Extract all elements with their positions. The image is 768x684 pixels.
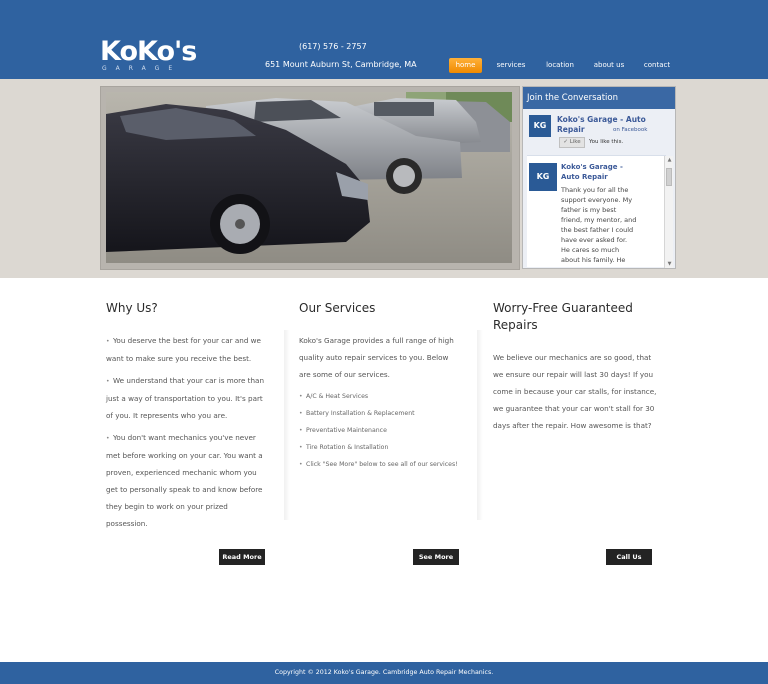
services-intro: Koko's Garage provides a full range of h… bbox=[299, 336, 454, 379]
column-divider bbox=[477, 330, 483, 520]
service-item: • A/C & Heat Services bbox=[299, 388, 461, 405]
nav-home[interactable]: home bbox=[449, 58, 482, 73]
facebook-post-author[interactable]: Koko's Garage - Auto Repair bbox=[561, 162, 631, 182]
logo-subtext: GARAGE bbox=[102, 65, 182, 72]
scroll-thumb[interactable] bbox=[666, 168, 672, 186]
service-item: • Tire Rotation & Installation bbox=[299, 439, 461, 456]
nav-services[interactable]: services bbox=[493, 58, 529, 73]
facebook-like-button[interactable]: ✓ Like bbox=[559, 137, 585, 148]
services-title: Our Services bbox=[299, 301, 376, 315]
bullet-icon: • bbox=[299, 410, 303, 417]
facebook-like-status: You like this. bbox=[589, 139, 624, 145]
scroll-up-icon[interactable]: ▲ bbox=[665, 156, 674, 164]
why-us-paragraph: • You don't want mechanics you've never m… bbox=[106, 429, 268, 532]
nav-about-us[interactable]: about us bbox=[591, 58, 627, 73]
hero-car-photo bbox=[106, 92, 512, 263]
facebook-like-box: Join the Conversation KG Koko's Garage -… bbox=[522, 86, 676, 269]
bullet-icon: • bbox=[299, 393, 303, 400]
street-address: 651 Mount Auburn St, Cambridge, MA bbox=[265, 60, 417, 69]
facebook-post-text: Thank you for all the support everyone. … bbox=[561, 186, 637, 267]
why-us-paragraph: • We understand that your car is more tha… bbox=[106, 372, 268, 424]
see-more-button[interactable]: See More bbox=[413, 549, 459, 565]
why-us-section: Why Us? • You deserve the best for your c… bbox=[106, 300, 268, 537]
facebook-scrollbar[interactable]: ▲ ▼ bbox=[664, 156, 673, 268]
why-us-paragraph: • You deserve the best for your car and w… bbox=[106, 332, 268, 367]
like-button-label: Like bbox=[569, 139, 581, 145]
bullet-icon: • bbox=[106, 435, 110, 442]
call-us-button[interactable]: Call Us bbox=[606, 549, 652, 565]
bullet-icon: • bbox=[106, 378, 110, 385]
service-item: • Click "See More" below to see all of ou… bbox=[299, 456, 461, 473]
site-header: KoKo's GARAGE (617) 576 - 2757 651 Mount… bbox=[0, 0, 768, 79]
check-icon: ✓ bbox=[563, 139, 568, 145]
logo-text: KoKo's bbox=[100, 36, 197, 67]
read-more-button[interactable]: Read More bbox=[219, 549, 265, 565]
guarantee-section: Worry-Free Guaranteed Repairs We believe… bbox=[493, 300, 659, 439]
facebook-page-info: KG Koko's Garage - Auto Repair on Facebo… bbox=[527, 113, 671, 151]
bullet-icon: • bbox=[299, 461, 303, 468]
bullet-icon: • bbox=[299, 444, 303, 451]
service-item: • Battery Installation & Replacement bbox=[299, 405, 461, 422]
facebook-page-avatar[interactable]: KG bbox=[529, 115, 551, 137]
facebook-on-label[interactable]: on Facebook bbox=[613, 127, 647, 133]
facebook-heading: Join the Conversation bbox=[523, 87, 675, 109]
nav-contact[interactable]: contact bbox=[641, 58, 673, 73]
guarantee-title: Worry-Free Guaranteed Repairs bbox=[493, 301, 633, 332]
service-item: • Preventative Maintenance bbox=[299, 422, 461, 439]
site-logo[interactable]: KoKo's GARAGE bbox=[100, 37, 210, 73]
bullet-icon: • bbox=[299, 427, 303, 434]
services-section: Our Services Koko's Garage provides a fu… bbox=[299, 300, 461, 473]
facebook-post: KG Koko's Garage - Auto Repair Thank you… bbox=[527, 155, 666, 267]
bullet-icon: • bbox=[106, 338, 110, 345]
scroll-down-icon[interactable]: ▼ bbox=[665, 260, 674, 268]
site-footer: Copyright © 2012 Koko's Garage. Cambridg… bbox=[0, 662, 768, 684]
phone-number[interactable]: (617) 576 - 2757 bbox=[299, 42, 367, 51]
column-divider bbox=[284, 330, 290, 520]
guarantee-text: We believe our mechanics are so good, th… bbox=[493, 353, 657, 430]
car-photo-illustration bbox=[106, 92, 512, 263]
nav-location[interactable]: location bbox=[543, 58, 577, 73]
facebook-post-avatar[interactable]: KG bbox=[529, 163, 557, 191]
why-us-title: Why Us? bbox=[106, 301, 158, 315]
